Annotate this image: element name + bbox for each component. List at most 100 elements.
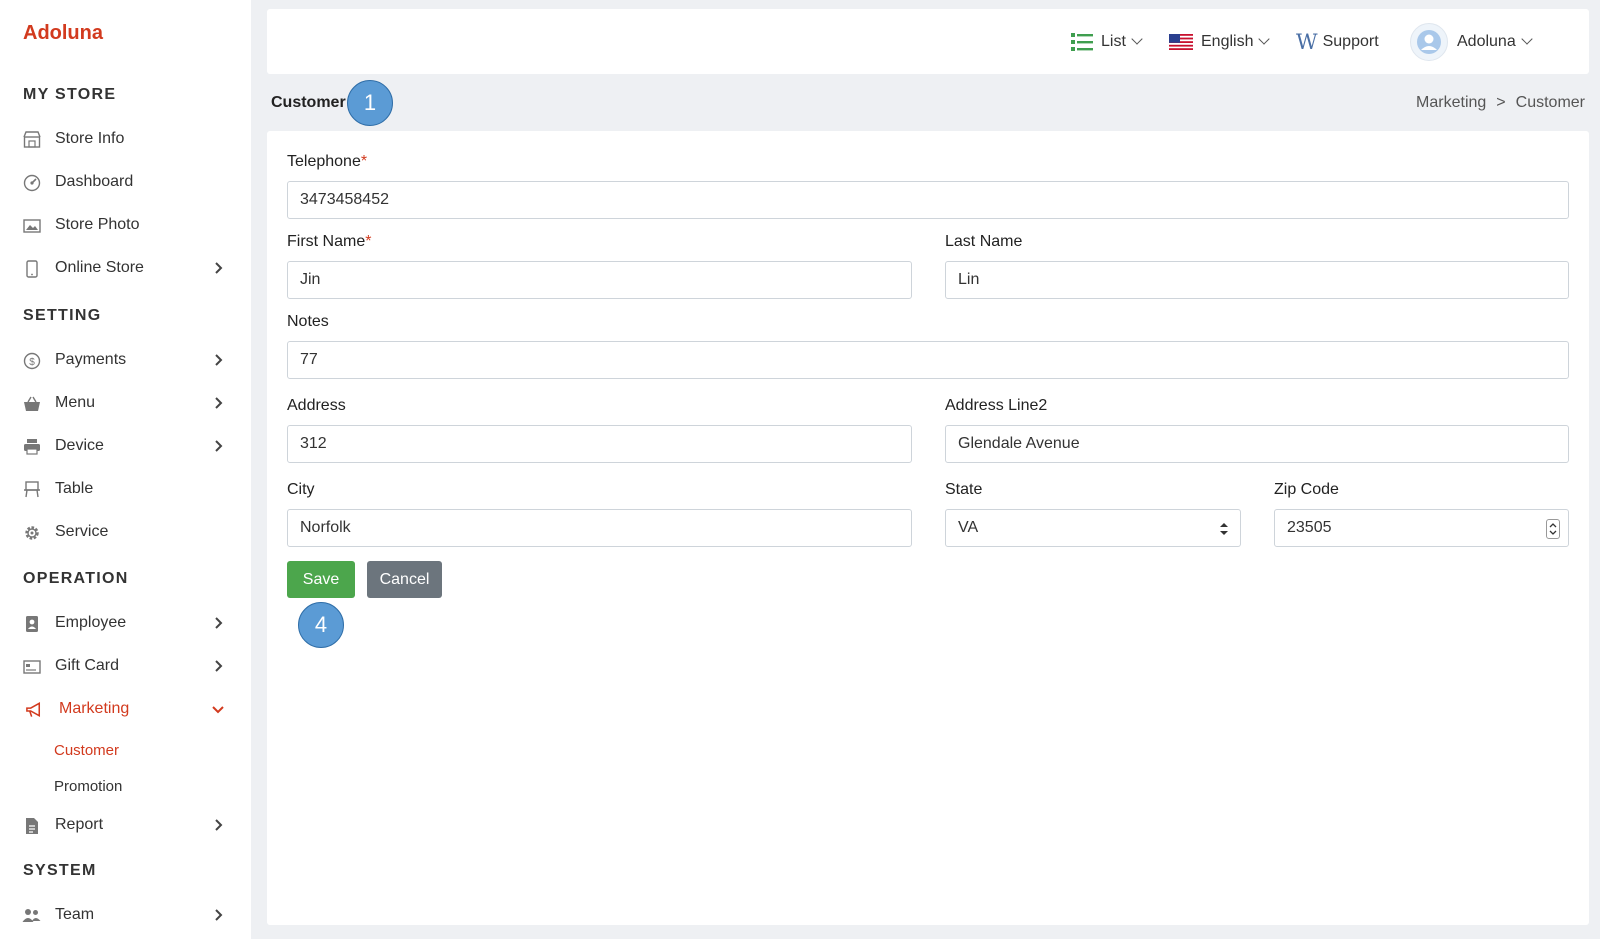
chevron-right-icon — [215, 660, 223, 672]
basket-icon — [22, 394, 41, 413]
svg-text:$: $ — [29, 357, 35, 368]
sidebar-item-label: Gift Card — [55, 657, 120, 674]
sidebar-item-label: Table — [55, 480, 94, 497]
state-select[interactable]: VA — [945, 509, 1241, 547]
users-icon — [22, 906, 41, 925]
photo-icon — [22, 216, 41, 235]
chevron-right-icon — [215, 440, 223, 452]
address-field[interactable]: 312 — [287, 425, 912, 463]
select-arrows-icon — [1220, 523, 1228, 535]
section-operation: OPERATION — [23, 570, 129, 587]
breadcrumb-customer: Customer — [1515, 94, 1585, 111]
avatar — [1410, 22, 1448, 61]
support-link[interactable]: W Support — [1296, 9, 1379, 74]
sidebar-item-device[interactable]: Device — [0, 428, 251, 464]
sidebar-item-label: Report — [55, 816, 104, 833]
customer-form-card: Telephone* 3473458452 First Name* Jin La… — [267, 131, 1589, 925]
language-dropdown[interactable]: English — [1169, 9, 1271, 74]
sidebar: Adoluna MY STORE Store Info Dashboard St… — [0, 0, 251, 939]
sidebar-item-employee[interactable]: Employee — [0, 605, 251, 641]
topbar: List English W Support Adoluna — [267, 9, 1589, 74]
caret-down-icon — [1131, 33, 1143, 45]
last-name-label: Last Name — [945, 233, 1023, 250]
sidebar-item-report[interactable]: Report — [0, 807, 251, 843]
last-name-field[interactable]: Lin — [945, 261, 1569, 299]
page-title: Customer — [271, 94, 346, 111]
us-flag-icon — [1169, 33, 1193, 50]
sidebar-item-label: Dashboard — [55, 173, 134, 190]
store-icon — [22, 130, 41, 149]
sidebar-item-label: Online Store — [55, 259, 144, 276]
sidebar-item-marketing[interactable]: Marketing — [0, 691, 251, 727]
breadcrumb-separator: > — [1496, 94, 1506, 111]
sidebar-item-label: Employee — [55, 614, 127, 631]
chevron-right-icon — [215, 617, 223, 629]
section-setting: SETTING — [23, 307, 102, 324]
gear-icon — [22, 523, 41, 542]
dollar-coin-icon: $ — [22, 351, 41, 370]
city-label: City — [287, 481, 315, 498]
sidebar-item-label: Team — [55, 906, 95, 923]
chevron-right-icon — [215, 354, 223, 366]
sidebar-item-payments[interactable]: $ Payments — [0, 342, 251, 378]
sidebar-item-label: Service — [55, 523, 109, 540]
telephone-label: Telephone* — [287, 153, 368, 170]
sidebar-item-service[interactable]: Service — [0, 514, 251, 550]
sidebar-item-team[interactable]: Team — [0, 897, 251, 933]
breadcrumb-marketing[interactable]: Marketing — [1416, 94, 1486, 112]
username-label: Adoluna — [1457, 32, 1516, 50]
megaphone-icon — [25, 700, 44, 719]
view-mode-label: List — [1101, 32, 1126, 50]
view-mode-dropdown[interactable]: List — [1071, 9, 1143, 74]
address-label: Address — [287, 397, 346, 414]
caret-down-icon — [1258, 33, 1271, 45]
address-line2-field[interactable]: Glendale Avenue — [945, 425, 1569, 463]
dashboard-gauge-icon — [22, 173, 41, 192]
number-stepper-icon[interactable] — [1546, 519, 1560, 539]
address-line2-label: Address Line2 — [945, 397, 1048, 414]
report-document-icon — [22, 816, 41, 835]
sidebar-item-label: Device — [55, 437, 104, 454]
gift-card-icon — [22, 657, 41, 676]
annotation-badge-1: 1 — [347, 80, 393, 126]
sidebar-item-store-info[interactable]: Store Info — [0, 121, 251, 157]
annotation-badge-4: 4 — [298, 602, 344, 648]
zip-code-field[interactable]: 23505 — [1274, 509, 1569, 547]
chevron-down-icon — [212, 706, 224, 714]
notes-label: Notes — [287, 313, 329, 330]
first-name-label: First Name* — [287, 233, 372, 250]
state-label: State — [945, 481, 983, 498]
mobile-phone-icon — [22, 259, 41, 278]
list-icon — [1071, 32, 1093, 51]
wordpress-w-icon: W — [1296, 29, 1318, 54]
chevron-right-icon — [215, 397, 223, 409]
save-button[interactable]: Save — [287, 561, 355, 598]
chevron-right-icon — [215, 909, 223, 921]
cancel-button[interactable]: Cancel — [367, 561, 442, 598]
sidebar-item-label: Store Photo — [55, 216, 140, 233]
notes-field[interactable]: 77 — [287, 341, 1569, 379]
sidebar-item-label: Menu — [55, 394, 96, 411]
sidebar-item-online-store[interactable]: Online Store — [0, 250, 251, 286]
sidebar-subitem-promotion[interactable]: Promotion — [54, 778, 122, 795]
section-system: SYSTEM — [23, 862, 97, 879]
section-my-store: MY STORE — [23, 86, 117, 103]
sidebar-item-gift-card[interactable]: Gift Card — [0, 648, 251, 684]
sidebar-item-menu[interactable]: Menu — [0, 385, 251, 421]
chevron-right-icon — [215, 819, 223, 831]
zip-code-label: Zip Code — [1274, 481, 1339, 498]
city-field[interactable]: Norfolk — [287, 509, 912, 547]
state-select-value: VA — [958, 519, 979, 536]
user-menu[interactable]: Adoluna — [1410, 9, 1533, 74]
first-name-field[interactable]: Jin — [287, 261, 912, 299]
sidebar-subitem-customer[interactable]: Customer — [54, 742, 119, 759]
telephone-field[interactable]: 3473458452 — [287, 181, 1569, 219]
sidebar-item-table[interactable]: Table — [0, 471, 251, 507]
brand-logo[interactable]: Adoluna — [23, 22, 103, 45]
sidebar-item-label: Payments — [55, 351, 127, 368]
support-label: Support — [1322, 32, 1379, 50]
user-avatar-icon — [1417, 29, 1441, 54]
sidebar-item-store-photo[interactable]: Store Photo — [0, 207, 251, 243]
sidebar-item-dashboard[interactable]: Dashboard — [0, 164, 251, 200]
caret-down-icon — [1521, 33, 1533, 45]
